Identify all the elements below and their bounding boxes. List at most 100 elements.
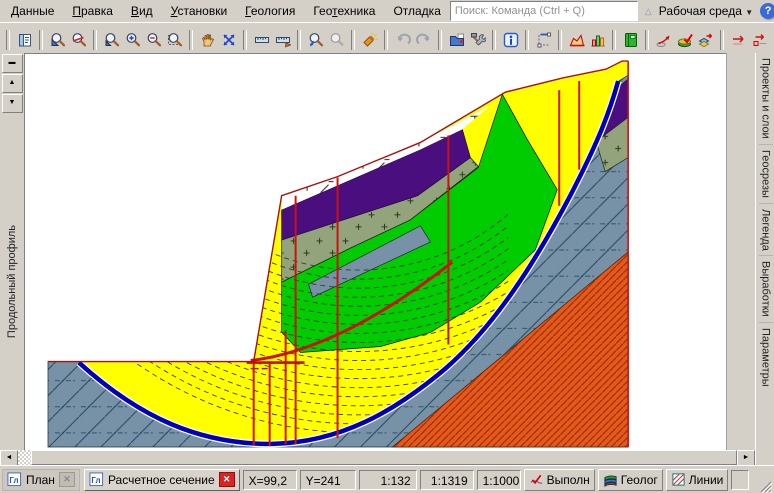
scrollbar-thumb[interactable] bbox=[31, 450, 737, 465]
horizontal-scrollbar[interactable]: ◄ ► bbox=[0, 450, 755, 465]
tab-легенда[interactable]: Легенда bbox=[759, 203, 773, 256]
tab-параметры[interactable]: Параметры bbox=[759, 322, 773, 392]
status-button-vypol[interactable]: Выполн bbox=[524, 469, 595, 491]
ruler-icon[interactable] bbox=[251, 30, 272, 50]
toolbar-separator bbox=[6, 30, 10, 50]
scale-field[interactable]: 1:1000 bbox=[477, 470, 521, 490]
toolbar-separator bbox=[189, 30, 193, 50]
overflow-icon[interactable]: » bbox=[770, 30, 774, 50]
toolbar-separator bbox=[492, 30, 496, 50]
section-drawing bbox=[25, 54, 726, 450]
zoom-next-icon[interactable] bbox=[326, 30, 347, 50]
workspace-selector[interactable]: Рабочая среда ▼ bbox=[659, 4, 753, 18]
undo-icon[interactable] bbox=[392, 30, 413, 50]
tab-геосрезы[interactable]: Геосрезы bbox=[759, 144, 773, 203]
status-button-label: Линии bbox=[689, 473, 724, 487]
book-icon[interactable] bbox=[620, 30, 641, 50]
menu-установки[interactable]: Установки bbox=[162, 1, 237, 21]
measure-icon[interactable] bbox=[533, 30, 554, 50]
zoom-in-icon[interactable] bbox=[122, 30, 143, 50]
menu-правка[interactable]: Правка bbox=[63, 1, 122, 21]
tab-longitudinal-profile[interactable]: Продольный профиль bbox=[6, 225, 18, 338]
status-buttons: Выполн Геолог Линии bbox=[524, 469, 729, 491]
left-panel: ▬ ▲ ▼ Продольный профиль bbox=[0, 53, 24, 450]
profile-chart-icon[interactable] bbox=[566, 30, 587, 50]
menu-items: ДанныеПравкаВидУстановкиГеологияГеотехни… bbox=[2, 1, 450, 21]
status-empty-field bbox=[731, 470, 749, 490]
arrow-line-icon[interactable] bbox=[728, 30, 749, 50]
doc-tab-план[interactable]: Гл План ✕ bbox=[2, 469, 80, 491]
zoom-out-icon[interactable] bbox=[143, 30, 164, 50]
workspace-label: Рабочая среда bbox=[659, 4, 742, 18]
info-icon[interactable] bbox=[500, 30, 521, 50]
toolbar-separator bbox=[558, 30, 562, 50]
status-button-label: Геолог bbox=[621, 473, 658, 487]
linii-icon bbox=[671, 472, 686, 487]
chevron-down-icon: ▼ bbox=[745, 8, 753, 17]
pan-hand-icon[interactable] bbox=[197, 30, 218, 50]
toolbar-separator bbox=[39, 30, 43, 50]
toolbar-separator bbox=[525, 30, 529, 50]
scale-fields: 1:1321:13191:1000 bbox=[359, 470, 521, 490]
ruler-arrow-icon[interactable] bbox=[272, 30, 293, 50]
status-bar: ГлПлан✕ГлРасчетное сечение✕ X=99,2 Y=241… bbox=[0, 465, 774, 493]
collapse-button[interactable]: ▬ bbox=[2, 54, 23, 73]
redo-icon[interactable] bbox=[413, 30, 434, 50]
toolbar-separator bbox=[720, 30, 724, 50]
zoom-initial-icon[interactable] bbox=[47, 30, 68, 50]
svg-text:Гл: Гл bbox=[9, 476, 18, 485]
search-input[interactable] bbox=[450, 1, 638, 21]
zoom-extents-icon[interactable] bbox=[218, 30, 239, 50]
doc-tab-label: Расчетное сечение bbox=[108, 473, 215, 487]
scroll-up-button[interactable]: ▲ bbox=[2, 74, 23, 93]
menu-bar: ДанныеПравкаВидУстановкиГеологияГеотехни… bbox=[0, 0, 774, 22]
layers-send-icon[interactable] bbox=[695, 30, 716, 50]
doc-tab-label: План bbox=[26, 473, 55, 487]
toolbar-separator bbox=[243, 30, 247, 50]
zoom-corner-icon[interactable] bbox=[101, 30, 122, 50]
toolbar: » bbox=[0, 22, 774, 57]
help-icon[interactable]: ? bbox=[760, 3, 774, 19]
zoom-window-icon[interactable] bbox=[164, 30, 185, 50]
menu-геология[interactable]: Геология bbox=[236, 1, 304, 21]
panel-list-icon[interactable] bbox=[14, 30, 35, 50]
close-icon[interactable]: ✕ bbox=[59, 472, 75, 487]
toolbar-separator bbox=[438, 30, 442, 50]
triangle-icon[interactable]: △ bbox=[645, 6, 652, 17]
apply-geology-icon[interactable] bbox=[674, 30, 695, 50]
tools-icon[interactable] bbox=[467, 30, 488, 50]
zoom-prev-icon[interactable] bbox=[305, 30, 326, 50]
curve-arrow-icon[interactable] bbox=[653, 30, 674, 50]
flashlight-icon[interactable] bbox=[359, 30, 380, 50]
toolbar-separator bbox=[384, 30, 388, 50]
scale-field[interactable]: 1:1319 bbox=[420, 470, 474, 490]
menu-отладка[interactable]: Отладка bbox=[384, 1, 449, 21]
status-button-linii[interactable]: Линии bbox=[666, 469, 729, 491]
arrow-box-icon[interactable] bbox=[749, 30, 770, 50]
zoom-cancel-icon[interactable] bbox=[68, 30, 89, 50]
close-icon[interactable]: ✕ bbox=[219, 472, 235, 487]
svg-text:Гл: Гл bbox=[91, 476, 100, 485]
geolog-icon bbox=[603, 472, 618, 487]
tab-выработки[interactable]: Выработки bbox=[759, 255, 773, 322]
menu-геотехника[interactable]: Геотехника bbox=[304, 1, 384, 21]
toolbar-separator bbox=[645, 30, 649, 50]
toolbar-separator bbox=[351, 30, 355, 50]
topbar-right: △ Рабочая среда ▼ ? bbox=[450, 1, 774, 21]
tab-проекты-и-слои[interactable]: Проекты и слои bbox=[759, 53, 773, 144]
status-button-geolog[interactable]: Геолог bbox=[598, 469, 663, 491]
resize-grip[interactable] bbox=[758, 479, 772, 493]
menu-данные[interactable]: Данные bbox=[2, 1, 63, 21]
column-chart-icon[interactable] bbox=[587, 30, 608, 50]
toolbar-separator bbox=[612, 30, 616, 50]
scroll-down-button[interactable]: ▼ bbox=[2, 94, 23, 113]
toolbar-separator bbox=[93, 30, 97, 50]
menu-вид[interactable]: Вид bbox=[122, 1, 162, 21]
vypol-icon bbox=[529, 472, 544, 487]
scale-field[interactable]: 1:132 bbox=[359, 470, 417, 490]
folder-documents-icon[interactable] bbox=[446, 30, 467, 50]
right-gap bbox=[726, 53, 756, 465]
document-tabs: Гл План ✕ Гл Расчетное сечение ✕ bbox=[2, 469, 240, 491]
drawing-canvas[interactable] bbox=[24, 53, 726, 450]
doc-tab-расчетное-сечение[interactable]: Гл Расчетное сечение ✕ bbox=[84, 469, 240, 491]
